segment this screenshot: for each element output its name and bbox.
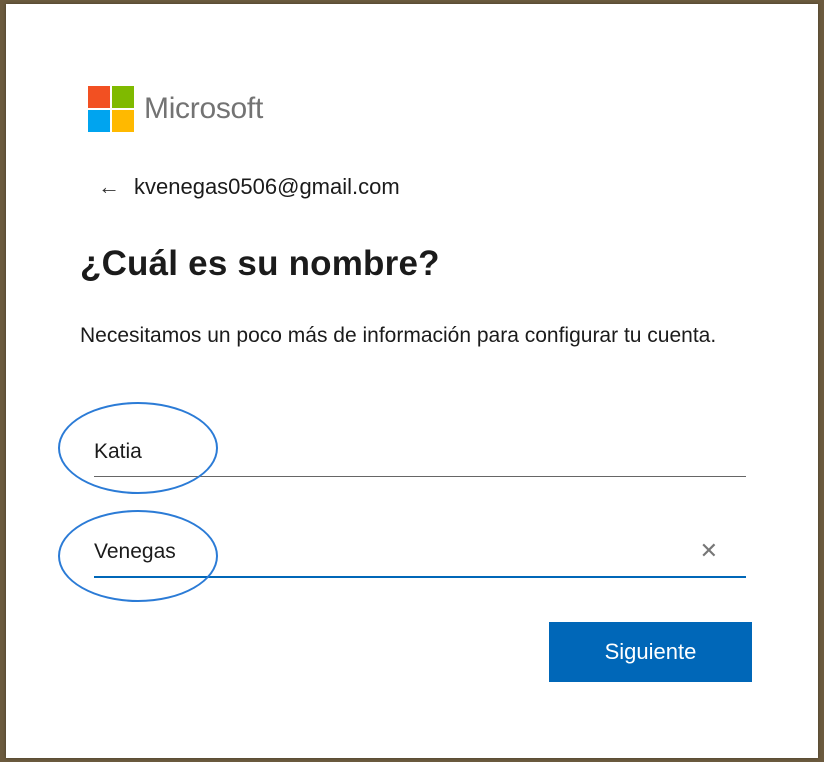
signup-dialog: Microsoft ← kvenegas0506@gmail.com ¿Cuál… (6, 4, 818, 758)
close-icon[interactable]: ✕ (700, 538, 718, 564)
account-identity-row: ← kvenegas0506@gmail.com (98, 174, 400, 200)
last-name-field: ✕ (94, 532, 746, 578)
logo-square-blue (88, 110, 110, 132)
logo-square-red (88, 86, 110, 108)
page-description: Necesitamos un poco más de información p… (80, 324, 717, 347)
logo-square-green (112, 86, 134, 108)
account-email: kvenegas0506@gmail.com (134, 174, 400, 199)
first-name-input[interactable] (94, 432, 654, 472)
microsoft-logo: Microsoft (88, 86, 263, 132)
microsoft-logo-icon (88, 86, 134, 132)
last-name-input[interactable] (94, 532, 654, 572)
logo-square-yellow (112, 110, 134, 132)
next-button[interactable]: Siguiente (549, 622, 752, 682)
brand-name: Microsoft (144, 92, 263, 125)
page-title: ¿Cuál es su nombre? (80, 244, 440, 283)
first-name-field (94, 432, 746, 477)
arrow-left-icon[interactable]: ← (98, 174, 120, 200)
